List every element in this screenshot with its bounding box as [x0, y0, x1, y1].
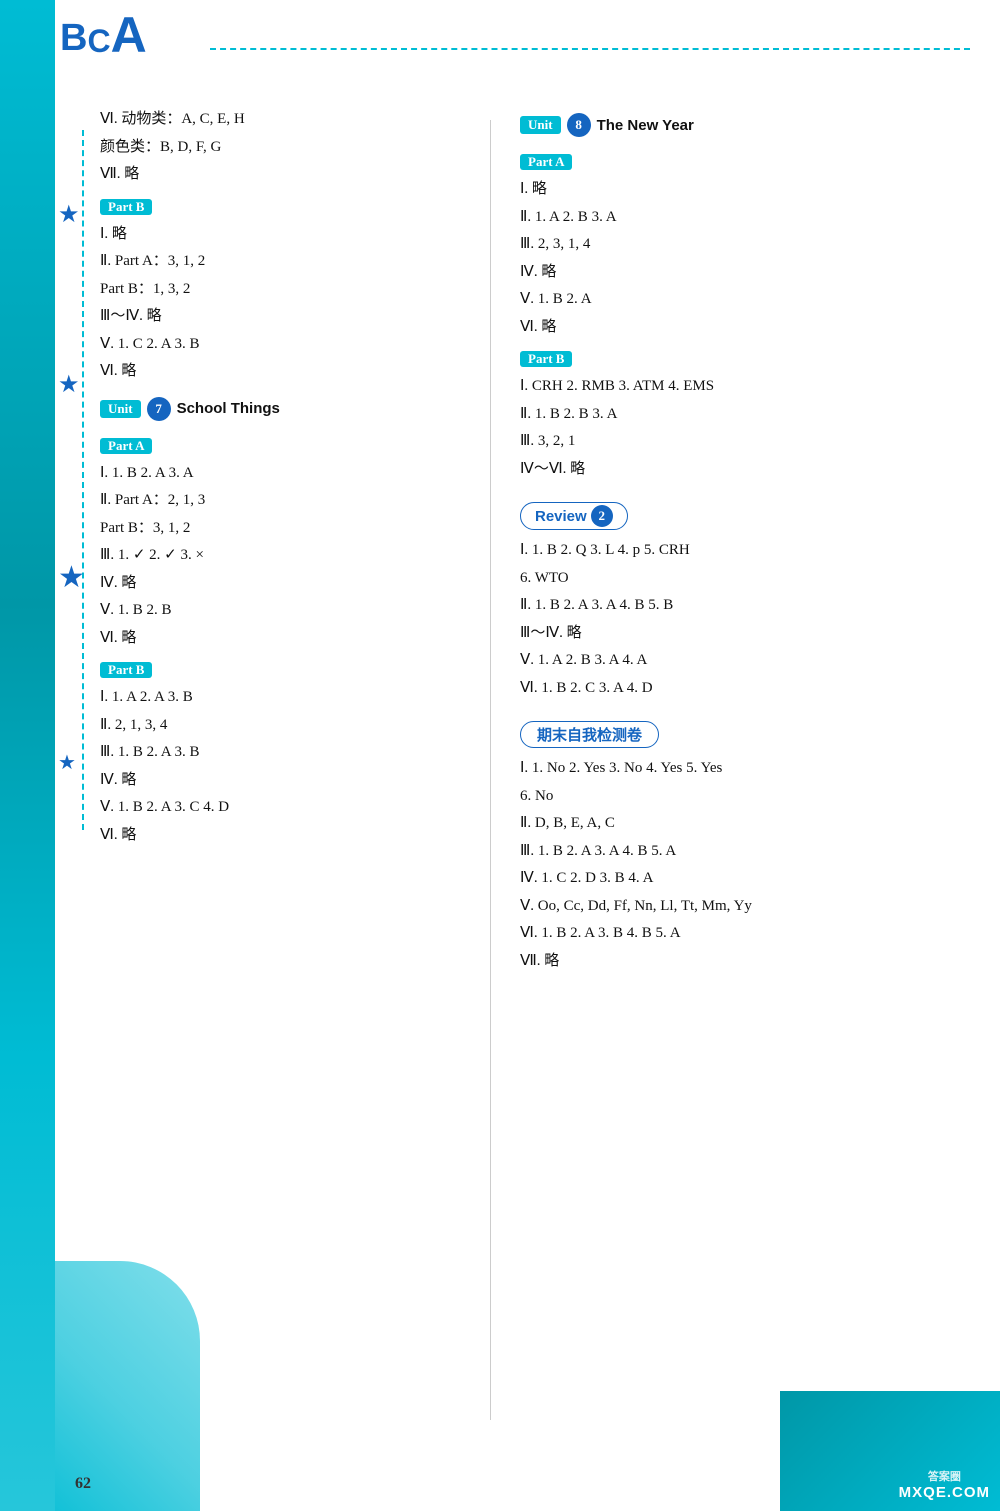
watermark-area: 答案圈 MXQE.COM [899, 1468, 990, 1501]
qm-i-a: Ⅰ. 1. No 2. Yes 3. No 4. Yes 5. Yes [520, 756, 910, 782]
bca-b: B [60, 17, 87, 60]
left-column: Ⅵ. 动物类：A, C, E, H 颜色类：B, D, F, G Ⅶ. 略 Pa… [100, 105, 490, 1431]
left-ii-parta: Ⅱ. Part A：3, 1, 2 [100, 249, 470, 275]
qm-v: Ⅴ. Oo, Cc, Dd, Ff, Nn, Ll, Tt, Mm, Yy [520, 894, 910, 920]
u7-pb-ii: Ⅱ. 2, 1, 3, 4 [100, 713, 470, 739]
unit8-title: The New Year [597, 117, 694, 134]
u7-pb-iv: Ⅳ. 略 [100, 768, 470, 794]
u8-pa-i: Ⅰ. 略 [520, 177, 910, 203]
qm-vi: Ⅵ. 1. B 2. A 3. B 4. B 5. A [520, 921, 910, 947]
u7-pa-iv: Ⅳ. 略 [100, 571, 470, 597]
bca-a: A [111, 10, 147, 60]
star-icon-4: ★ [58, 750, 76, 775]
u8-pa-iii: Ⅲ. 2, 3, 1, 4 [520, 232, 910, 258]
right-column: Unit 8 The New Year Part A Ⅰ. 略 Ⅱ. 1. A … [490, 105, 910, 1431]
part-b-section: Part B [100, 194, 470, 218]
star-icon-2: ★ [58, 370, 80, 399]
qm-iv: Ⅳ. 1. C 2. D 3. B 4. A [520, 866, 910, 892]
u8-pb-iv-vi: Ⅳ～Ⅵ. 略 [520, 457, 910, 483]
review2-text: Review [535, 508, 587, 525]
qimo-header: 期末自我检测卷 [520, 721, 659, 748]
unit7-title: School Things [177, 400, 280, 417]
u8-pa-vi: Ⅵ. 略 [520, 315, 910, 341]
qm-ii: Ⅱ. D, B, E, A, C [520, 811, 910, 837]
review2-num: 2 [591, 505, 613, 527]
unit7-part-b-label: Part B [100, 662, 152, 678]
qimo-text: 期末自我检测卷 [537, 728, 642, 744]
unit8-num: 8 [567, 113, 591, 137]
u8-pa-ii: Ⅱ. 1. A 2. B 3. A [520, 205, 910, 231]
u7-pb-v: Ⅴ. 1. B 2. A 3. C 4. D [100, 795, 470, 821]
left-bar-decoration [0, 0, 55, 1511]
vi-animals: Ⅵ. 动物类：A, C, E, H [100, 107, 470, 133]
qm-i-b: 6. No [520, 784, 910, 810]
dashed-top-line [210, 48, 970, 50]
u7-pa-ii-b: Part B：3, 1, 2 [100, 516, 470, 542]
review2-section: Review 2 [520, 494, 910, 536]
u7-pa-v: Ⅴ. 1. B 2. B [100, 598, 470, 624]
u8-pb-ii: Ⅱ. 1. B 2. B 3. A [520, 402, 910, 428]
unit7-part-b-section: Part B [100, 657, 470, 681]
u8-pa-iv: Ⅳ. 略 [520, 260, 910, 286]
unit8-part-a-section: Part A [520, 149, 910, 173]
qm-vii: Ⅶ. 略 [520, 949, 910, 975]
u7-pb-iii: Ⅲ. 1. B 2. A 3. B [100, 740, 470, 766]
left-vi: Ⅵ. 略 [100, 359, 470, 385]
review2-header: Review 2 [520, 502, 628, 530]
vii: Ⅶ. 略 [100, 162, 470, 188]
u8-pa-v: Ⅴ. 1. B 2. A [520, 287, 910, 313]
left-ii-partb: Part B：1, 3, 2 [100, 277, 470, 303]
qm-iii: Ⅲ. 1. B 2. A 3. A 4. B 5. A [520, 839, 910, 865]
left-v: Ⅴ. 1. C 2. A 3. B [100, 332, 470, 358]
u7-pb-i: Ⅰ. 1. A 2. A 3. B [100, 685, 470, 711]
unit7-header: Unit 7 School Things [100, 397, 280, 421]
star-icon-1: ★ [58, 200, 80, 229]
r2-v: Ⅴ. 1. A 2. B 3. A 4. A [520, 648, 910, 674]
r2-i-b: 6. WTO [520, 566, 910, 592]
r2-i-a: Ⅰ. 1. B 2. Q 3. L 4. p 5. CRH [520, 538, 910, 564]
u8-pb-i: Ⅰ. CRH 2. RMB 3. ATM 4. EMS [520, 374, 910, 400]
r2-ii: Ⅱ. 1. B 2. A 3. A 4. B 5. B [520, 593, 910, 619]
unit8-header: Unit 8 The New Year [520, 113, 694, 137]
bca-c: C [87, 23, 110, 60]
r2-vi: Ⅵ. 1. B 2. C 3. A 4. D [520, 676, 910, 702]
dashed-left-line [82, 130, 100, 830]
part-b-label: Part B [100, 199, 152, 215]
r2-iii-iv: Ⅲ～Ⅳ. 略 [520, 621, 910, 647]
star-icon-3: ★ [58, 560, 85, 595]
u7-pa-iii: Ⅲ. 1. ✓ 2. ✓ 3. × [100, 543, 470, 569]
qimo-section: 期末自我检测卷 [520, 713, 910, 754]
unit7-label: Unit [100, 400, 141, 418]
unit8-part-a-label: Part A [520, 154, 572, 170]
unit8-part-b-label: Part B [520, 351, 572, 367]
left-iii-iv: Ⅲ～Ⅳ. 略 [100, 304, 470, 330]
u7-pa-vi: Ⅵ. 略 [100, 626, 470, 652]
watermark-bottom: MXQE.COM [899, 1484, 990, 1501]
vi-colors: 颜色类：B, D, F, G [100, 135, 470, 161]
unit7-num: 7 [147, 397, 171, 421]
bca-logo: B C A [60, 10, 147, 60]
unit7-part-a-section: Part A [100, 433, 470, 457]
unit8-part-b-section: Part B [520, 346, 910, 370]
u7-pa-ii-a: Ⅱ. Part A：2, 1, 3 [100, 488, 470, 514]
u8-pb-iii: Ⅲ. 3, 2, 1 [520, 429, 910, 455]
watermark-top: 答案圈 [899, 1468, 990, 1484]
page-number: 62 [75, 1475, 91, 1493]
main-content: Ⅵ. 动物类：A, C, E, H 颜色类：B, D, F, G Ⅶ. 略 Pa… [100, 105, 970, 1431]
unit7-part-a-label: Part A [100, 438, 152, 454]
unit8-label: Unit [520, 116, 561, 134]
left-i: Ⅰ. 略 [100, 222, 470, 248]
u7-pb-vi: Ⅵ. 略 [100, 823, 470, 849]
u7-pa-i: Ⅰ. 1. B 2. A 3. A [100, 461, 470, 487]
